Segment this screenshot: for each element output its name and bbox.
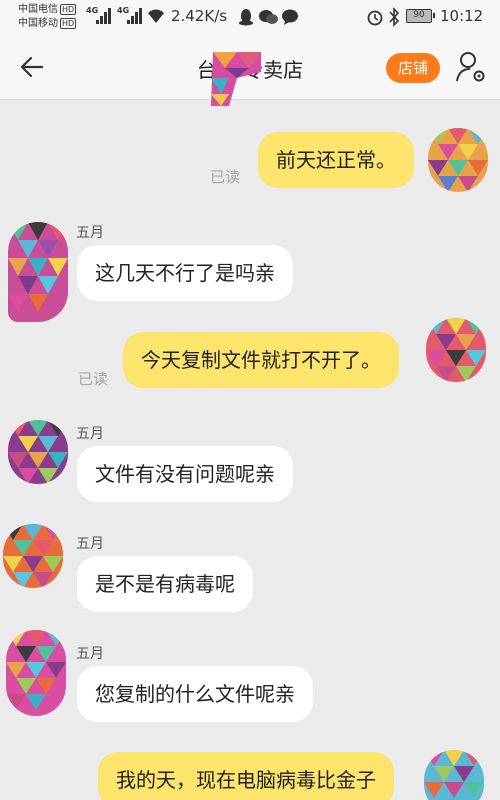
carrier-info: 中国电信 HD 中国移动 HD	[18, 3, 77, 31]
my-avatar[interactable]	[426, 318, 486, 382]
sender-name: 五月	[76, 536, 104, 552]
network-speed: 2.42K/s	[171, 7, 228, 25]
message-bubble-incoming[interactable]: 这几天不行了是吗亲	[77, 245, 293, 301]
wechat-icon	[259, 10, 278, 24]
message-icon	[282, 9, 298, 25]
message-bubble-outgoing[interactable]: 前天还正常。	[258, 132, 414, 188]
signal-icon	[127, 8, 142, 24]
seller-avatar[interactable]	[3, 524, 63, 588]
status-bar: 中国电信 HD 中国移动 HD 4G 4G 2.42K/s 90 10:12	[0, 0, 500, 36]
my-avatar[interactable]	[428, 128, 488, 192]
signal-icon	[96, 8, 111, 24]
battery-icon: 90	[406, 9, 435, 23]
seller-avatar[interactable]	[8, 222, 68, 322]
carrier-2: 中国移动	[18, 18, 58, 29]
my-avatar[interactable]	[424, 750, 484, 800]
read-status: 已读	[210, 168, 241, 186]
sender-name: 五月	[76, 646, 104, 662]
message-bubble-outgoing[interactable]: 我的天，现在电脑病毒比金子	[98, 752, 394, 800]
clock: 10:12	[440, 7, 484, 25]
bluetooth-icon	[389, 7, 400, 27]
user-settings-icon[interactable]	[455, 50, 487, 84]
hd-badge: HD	[60, 18, 77, 29]
message-bubble-outgoing[interactable]: 今天复制文件就打不开了。	[123, 332, 399, 388]
qq-icon	[239, 9, 253, 26]
wifi-icon	[148, 9, 164, 23]
sender-name: 五月	[76, 426, 104, 442]
alarm-icon	[367, 10, 383, 26]
sender-name: 五月	[76, 225, 104, 241]
read-status: 已读	[78, 370, 109, 388]
shop-button[interactable]: 店铺	[386, 53, 440, 83]
message-bubble-incoming[interactable]: 是不是有病毒呢	[77, 556, 253, 612]
message-bubble-incoming[interactable]: 您复制的什么文件呢亲	[77, 666, 313, 722]
hd-badge: HD	[60, 4, 77, 15]
seller-avatar[interactable]	[8, 420, 68, 484]
seller-avatar[interactable]	[6, 630, 66, 716]
carrier-1: 中国电信	[18, 4, 58, 15]
chat-area: 已读 前天还正常。 五月 这几天不行了是吗亲 已读 今天复制文件就打不开了。 五…	[0, 100, 500, 800]
message-bubble-incoming[interactable]: 文件有没有问题呢亲	[77, 446, 293, 502]
